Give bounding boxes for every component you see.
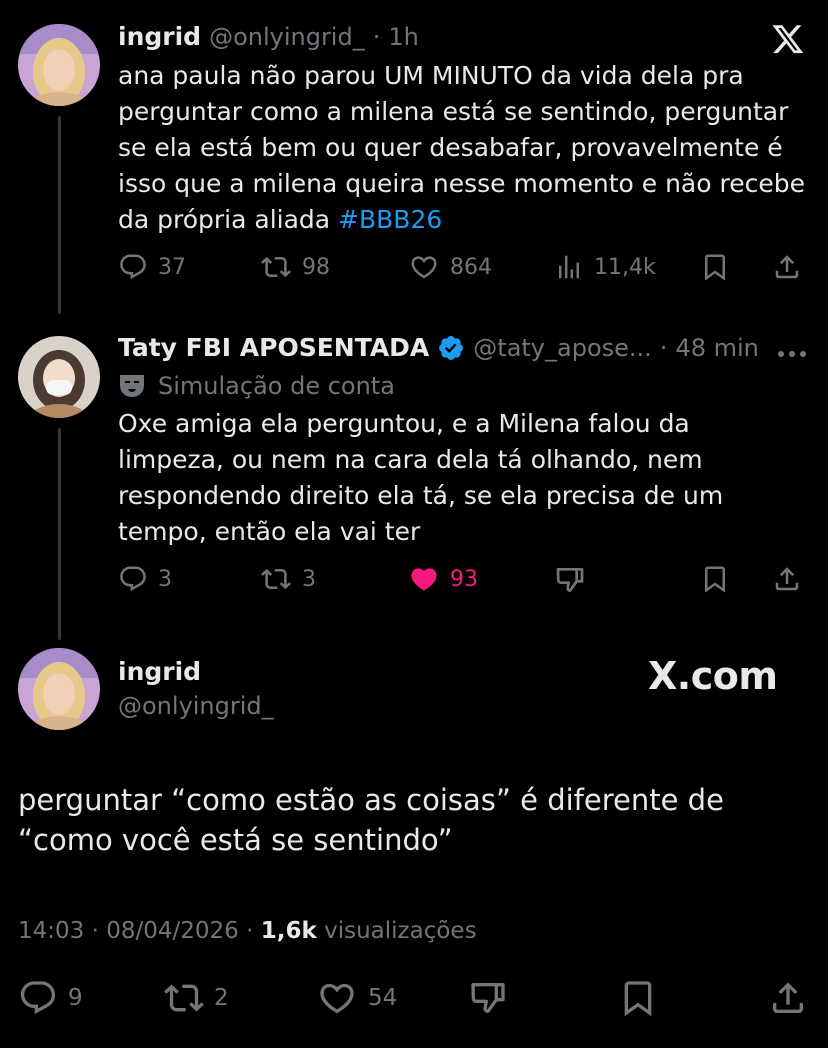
like-icon	[320, 983, 354, 1014]
parody-label: Simulação de conta	[158, 372, 395, 400]
views-count: 11,4k	[594, 254, 656, 280]
retweet-button[interactable]: 3	[260, 564, 316, 594]
author-name[interactable]: Taty FBI APOSENTADA	[118, 333, 429, 362]
retweet-icon	[164, 984, 204, 1012]
more-button[interactable]	[776, 344, 808, 363]
author-handle[interactable]: @onlyingrid_	[209, 23, 365, 51]
dislike-button[interactable]	[468, 978, 508, 1018]
retweet-button[interactable]: 2	[164, 978, 229, 1018]
author-name[interactable]: ingrid	[118, 657, 201, 686]
avatar-taty[interactable]	[18, 336, 100, 418]
like-icon	[411, 256, 437, 279]
reply-count: 9	[68, 985, 83, 1011]
like-filled-icon	[411, 568, 437, 591]
x-logo-icon	[770, 22, 806, 60]
reply-button[interactable]: 3	[118, 564, 172, 594]
share-icon	[773, 982, 803, 1013]
views-button[interactable]: 11,4k	[554, 252, 656, 282]
share-button[interactable]	[768, 978, 808, 1018]
bookmark-icon	[624, 981, 652, 1017]
like-count: 54	[368, 985, 398, 1011]
reply-icon	[120, 254, 146, 280]
bookmark-icon	[705, 254, 725, 281]
author-handle[interactable]: @onlyingrid_	[118, 692, 274, 720]
tweet-text: perguntar “como estão as coisas” é difer…	[18, 783, 724, 857]
tweet-time[interactable]: 48 min	[675, 334, 758, 362]
tweet-meta: 14:03 · 08/04/2026 · 1,6k visualizações	[18, 918, 477, 944]
tweet-header: ingrid @onlyingrid_ · 1h	[118, 22, 419, 51]
share-icon	[775, 255, 799, 279]
tweet-text: Oxe amiga ela perguntou, e a Milena falo…	[118, 409, 724, 546]
views-label: visualizações	[324, 918, 477, 944]
bookmark-button[interactable]	[700, 252, 730, 282]
tweet-time[interactable]: 1h	[388, 23, 418, 51]
share-button[interactable]	[772, 252, 802, 282]
like-button[interactable]: 93	[408, 564, 478, 594]
reply-button[interactable]: 37	[118, 252, 186, 282]
separator: ·	[246, 918, 254, 944]
reply-icon	[120, 566, 146, 592]
avatar-ingrid[interactable]	[18, 648, 100, 730]
reply-button[interactable]: 9	[18, 978, 83, 1018]
tweet-body: ana paula não parou UM MINUTO da vida de…	[118, 61, 805, 234]
tweet-actions: 9 2 54	[18, 978, 808, 1018]
reply-icon	[20, 981, 56, 1015]
thread-line	[58, 428, 61, 640]
author-handle[interactable]: @taty_apose...	[473, 334, 652, 362]
tweet-actions: 37 98 864 11,4k	[118, 252, 808, 284]
x-com-watermark: X.com	[648, 654, 778, 698]
parody-mask-icon	[120, 375, 144, 397]
retweet-button[interactable]: 98	[260, 252, 330, 282]
author-name[interactable]: ingrid	[118, 22, 201, 51]
tweet-text: ana paula não parou UM MINUTO da vida de…	[118, 58, 808, 238]
bookmark-button[interactable]	[700, 564, 730, 594]
like-count: 864	[450, 254, 492, 280]
retweet-count: 98	[302, 254, 330, 280]
tweet-date[interactable]: 08/04/2026	[106, 918, 239, 944]
dislike-button[interactable]	[554, 564, 586, 596]
account-label: Simulação de conta	[118, 372, 395, 400]
reply-count: 3	[158, 566, 172, 592]
retweet-count: 3	[302, 566, 316, 592]
retweet-icon	[261, 568, 291, 590]
verified-badge-icon	[439, 335, 464, 360]
avatar-image	[18, 336, 100, 418]
separator: ·	[659, 333, 668, 362]
reply-count: 37	[158, 254, 186, 280]
views-icon	[559, 255, 579, 279]
dislike-icon	[556, 568, 584, 592]
avatar-ingrid[interactable]	[18, 24, 100, 106]
tweet-time[interactable]: 14:03	[18, 918, 84, 944]
more-icon	[778, 351, 806, 357]
like-button[interactable]: 54	[316, 978, 397, 1018]
separator: ·	[372, 23, 381, 51]
thread-line	[58, 116, 61, 314]
like-count: 93	[450, 566, 478, 592]
retweet-count: 2	[214, 985, 229, 1011]
separator: ·	[91, 918, 99, 944]
share-button[interactable]	[772, 564, 802, 594]
avatar-image	[18, 648, 100, 730]
bookmark-icon	[705, 566, 725, 593]
like-button[interactable]: 864	[408, 252, 492, 282]
dislike-icon	[471, 983, 505, 1013]
views-count: 1,6k	[260, 918, 317, 944]
hashtag-link[interactable]: #BBB26	[338, 205, 442, 234]
retweet-icon	[261, 256, 291, 278]
bookmark-button[interactable]	[618, 978, 658, 1018]
tweet-actions: 3 3 93	[118, 564, 808, 596]
tweet-header: Taty FBI APOSENTADA @taty_apose... · 48 …	[118, 333, 759, 362]
avatar-image	[18, 24, 100, 106]
share-icon	[775, 567, 799, 591]
